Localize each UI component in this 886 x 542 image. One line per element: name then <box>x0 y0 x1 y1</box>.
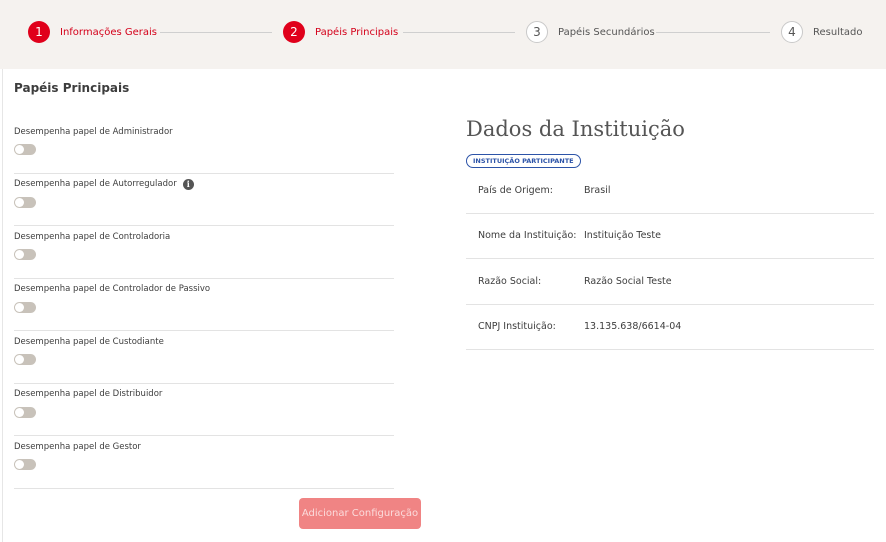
detail-value: Instituição Teste <box>584 230 661 242</box>
role-label: Desempenha papel de Controladoria <box>14 231 171 242</box>
step-connector <box>160 32 272 33</box>
role-toggle-controladoria[interactable] <box>14 249 36 260</box>
role-row-autorregulador: Desempenha papel de Autorregulador i <box>14 174 394 226</box>
role-label: Desempenha papel de Autorregulador <box>14 179 177 189</box>
detail-row-cnpj: CNPJ Instituição: 13.135.638/6614-04 <box>466 305 874 350</box>
step-number: 4 <box>781 21 803 43</box>
role-toggle-distribuidor[interactable] <box>14 406 36 418</box>
step-label: Resultado <box>813 26 863 38</box>
detail-key: CNPJ Instituição: <box>478 321 556 333</box>
step-number: 3 <box>526 21 548 43</box>
role-label: Desempenha papel de Custodiante <box>14 336 164 347</box>
step-label: Papéis Secundários <box>558 26 655 38</box>
institution-details: País de Origem: Brasil Nome da Instituiç… <box>466 168 874 350</box>
role-row-controlador-de-passivo: Desempenha papel de Controlador de Passi… <box>14 279 394 331</box>
step-papeis-secundarios[interactable]: 3 Papéis Secundários <box>526 21 655 43</box>
role-row-distribuidor: Desempenha papel de Distribuidor <box>14 384 394 436</box>
step-papeis-principais[interactable]: 2 Papéis Principais <box>283 21 398 43</box>
step-connector <box>656 32 770 33</box>
role-label: Desempenha papel de Administrador <box>14 126 173 137</box>
main-card: Papéis Principais Desempenha papel de Ad… <box>2 69 886 542</box>
step-connector <box>403 32 515 33</box>
detail-row-pais: País de Origem: Brasil <box>466 168 874 214</box>
step-informacoes-gerais[interactable]: 1 Informações Gerais <box>28 21 157 43</box>
detail-value: Brasil <box>584 184 611 196</box>
detail-key: País de Origem: <box>478 184 553 196</box>
step-label: Informações Gerais <box>60 26 158 38</box>
detail-key: Razão Social: <box>478 275 542 287</box>
role-row-administrador: Desempenha papel de Administrador <box>14 121 394 174</box>
role-label: Desempenha papel de Gestor <box>14 441 141 452</box>
section-title: Papéis Principais <box>14 81 130 95</box>
detail-row-razao-social: Razão Social: Razão Social Teste <box>466 259 874 305</box>
role-row-gestor: Desempenha papel de Gestor <box>14 436 394 489</box>
detail-row-nome: Nome da Instituição: Instituição Teste <box>466 214 874 259</box>
roles-list: Desempenha papel de Administrador Desemp… <box>14 121 394 489</box>
detail-value: Razão Social Teste <box>584 275 672 287</box>
role-toggle-controlador-de-passivo[interactable] <box>14 301 36 313</box>
role-row-custodiante: Desempenha papel de Custodiante <box>14 331 394 384</box>
role-toggle-autorregulador[interactable] <box>14 196 36 208</box>
detail-key: Nome da Instituição: <box>478 230 577 242</box>
add-configuration-button[interactable]: Adicionar Configuração <box>299 498 421 529</box>
info-icon[interactable]: i <box>182 178 194 190</box>
role-toggle-administrador[interactable] <box>14 144 36 155</box>
step-label: Papéis Principais <box>315 26 399 38</box>
role-label: Desempenha papel de Controlador de Passi… <box>14 284 211 294</box>
institution-badge: INSTITUIÇÃO PARTICIPANTE <box>466 154 581 168</box>
role-toggle-custodiante[interactable] <box>14 354 36 365</box>
detail-value: 13.135.638/6614-04 <box>584 321 682 333</box>
step-resultado[interactable]: 4 Resultado <box>781 21 863 43</box>
step-number: 1 <box>28 21 50 43</box>
institution-title: Dados da Instituição <box>466 117 685 141</box>
role-toggle-gestor[interactable] <box>14 459 36 470</box>
step-number: 2 <box>283 21 305 43</box>
role-label: Desempenha papel de Distribuidor <box>14 389 163 399</box>
role-row-controladoria: Desempenha papel de Controladoria <box>14 226 394 279</box>
progress-stepper: 1 Informações Gerais 2 Papéis Principais… <box>0 0 886 69</box>
